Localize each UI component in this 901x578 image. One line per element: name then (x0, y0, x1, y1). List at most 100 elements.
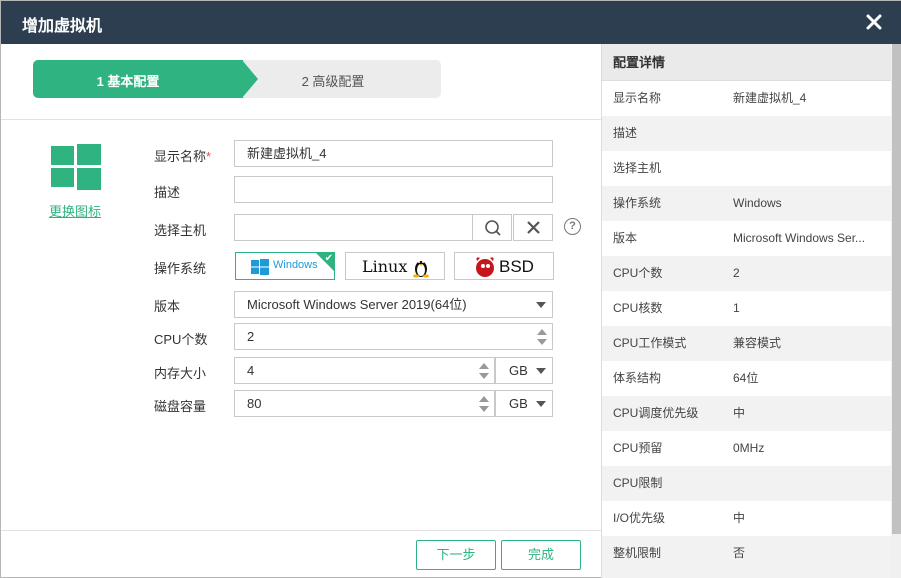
details-value: 中 (733, 511, 746, 525)
details-value: 2 (733, 266, 740, 280)
cpu-count-value: 2 (247, 329, 255, 344)
details-row: 体系结构 64位 (602, 361, 891, 396)
details-value: 1 (733, 301, 740, 315)
details-value: Windows (733, 196, 782, 210)
details-row: CPU调度优先级 中 (602, 396, 891, 431)
details-title: 配置详情 (602, 44, 891, 81)
memory-unit-select[interactable]: GB (495, 357, 553, 384)
windows-logo-icon (251, 259, 269, 275)
disk-unit-value: GB (509, 396, 528, 411)
details-list: 显示名称 新建虚拟机_4 描述选择主机操作系统 Windows 版本 Microsoft … (602, 81, 891, 571)
details-row: CPU预留 0MHz (602, 431, 891, 466)
step-indicator: 2 高级配置 1 基本配置 (33, 60, 441, 98)
details-key: CPU限制 (613, 476, 663, 490)
disk-value: 80 (247, 396, 262, 411)
check-icon: ✔ (324, 253, 333, 264)
details-row: CPU工作模式 兼容模式 (602, 326, 891, 361)
details-key: 版本 (613, 231, 638, 245)
spin-down-icon[interactable] (479, 406, 489, 412)
required-mark: * (206, 149, 212, 164)
chevron-down-icon (536, 302, 546, 308)
display-name-input[interactable]: 新建虚拟机_4 (234, 140, 553, 167)
host-search-button[interactable] (472, 214, 512, 241)
os-bsd-label: BSD (499, 257, 534, 276)
details-row: I/O优先级 中 (602, 501, 891, 536)
cpu-count-label: CPU个数 (154, 332, 208, 347)
finish-button[interactable]: 完成 (501, 540, 581, 570)
details-key: CPU调度优先级 (613, 406, 699, 420)
version-label: 版本 (154, 299, 181, 314)
details-value: Microsoft Windows Ser... (733, 231, 866, 245)
details-row: 选择主机 (602, 151, 891, 186)
memory-unit-value: GB (509, 363, 528, 378)
memory-stepper[interactable]: 4 (234, 357, 495, 384)
spin-down-icon[interactable] (479, 373, 489, 379)
os-label: 操作系统 (154, 261, 207, 276)
disk-label: 磁盘容量 (154, 399, 207, 414)
clear-icon (527, 221, 540, 234)
details-key: 描述 (613, 126, 638, 140)
step-basic-label: 1 基本配置 (96, 74, 160, 89)
display-name-label: 显示名称* (154, 149, 212, 164)
details-key: 整机限制 (613, 546, 662, 560)
spin-down-icon[interactable] (537, 339, 547, 345)
description-label: 描述 (154, 185, 181, 200)
tux-icon (413, 261, 429, 278)
details-row: 整机限制 否 (602, 536, 891, 571)
details-row: CPU个数 2 (602, 256, 891, 291)
chevron-down-icon (536, 401, 546, 407)
description-input[interactable] (234, 176, 553, 203)
dialog-title: 增加虚拟机 (22, 18, 103, 35)
add-vm-dialog: 增加虚拟机 2 高级配置 1 基本配置 更换图标 显示名称* 新建虚拟机_4 描… (0, 0, 901, 578)
details-key: CPU核数 (613, 301, 663, 315)
details-key: I/O优先级 (613, 511, 666, 525)
bsd-daemon-icon (476, 257, 494, 277)
details-value: 兼容模式 (733, 336, 782, 350)
os-option-bsd[interactable]: BSD (454, 252, 554, 280)
title-bar: 增加虚拟机 (1, 1, 901, 44)
os-option-windows[interactable]: Windows ✔ (235, 252, 335, 280)
details-row: 描述 (602, 116, 891, 151)
host-input[interactable] (234, 214, 473, 241)
spin-up-icon[interactable] (537, 329, 547, 335)
step-advanced-label: 2 高级配置 (301, 74, 365, 89)
os-option-linux[interactable]: Linux (345, 252, 445, 280)
details-key: CPU预留 (613, 441, 663, 455)
spin-up-icon[interactable] (479, 396, 489, 402)
host-label: 选择主机 (154, 223, 207, 238)
cpu-count-stepper[interactable]: 2 (234, 323, 553, 350)
chevron-down-icon (536, 368, 546, 374)
details-key: CPU个数 (613, 266, 663, 280)
help-icon[interactable]: ? (564, 218, 581, 235)
details-key: 选择主机 (613, 161, 662, 175)
disk-unit-select[interactable]: GB (495, 390, 553, 417)
memory-label: 内存大小 (154, 366, 207, 381)
scrollbar-thumb[interactable] (892, 44, 901, 534)
windows-icon (51, 144, 101, 190)
details-value: 新建虚拟机_4 (733, 91, 807, 105)
next-button[interactable]: 下一步 (416, 540, 496, 570)
footer-divider (1, 530, 601, 531)
change-icon-link[interactable]: 更换图标 (49, 201, 101, 220)
details-value: 64位 (733, 371, 759, 385)
step-basic-config[interactable]: 1 基本配置 (33, 60, 243, 98)
os-windows-label: Windows (273, 259, 318, 271)
details-row: CPU核数 1 (602, 291, 891, 326)
details-key: CPU工作模式 (613, 336, 687, 350)
close-icon[interactable] (864, 12, 884, 32)
details-row: 版本 Microsoft Windows Ser... (602, 221, 891, 256)
version-select[interactable]: Microsoft Windows Server 2019(64位) (234, 291, 553, 318)
os-linux-label: Linux (362, 257, 408, 276)
memory-value: 4 (247, 363, 255, 378)
details-key: 体系结构 (613, 371, 662, 385)
step-arrow (242, 60, 258, 98)
config-details-panel: 配置详情 显示名称 新建虚拟机_4 描述选择主机操作系统 Windows 版本 Micro… (601, 44, 891, 578)
disk-stepper[interactable]: 80 (234, 390, 495, 417)
details-scrollbar[interactable] (891, 44, 901, 578)
details-key: 显示名称 (613, 91, 662, 105)
search-icon (485, 220, 501, 236)
details-row: 操作系统 Windows (602, 186, 891, 221)
host-clear-button[interactable] (513, 214, 553, 241)
details-key: 操作系统 (613, 196, 662, 210)
spin-up-icon[interactable] (479, 363, 489, 369)
